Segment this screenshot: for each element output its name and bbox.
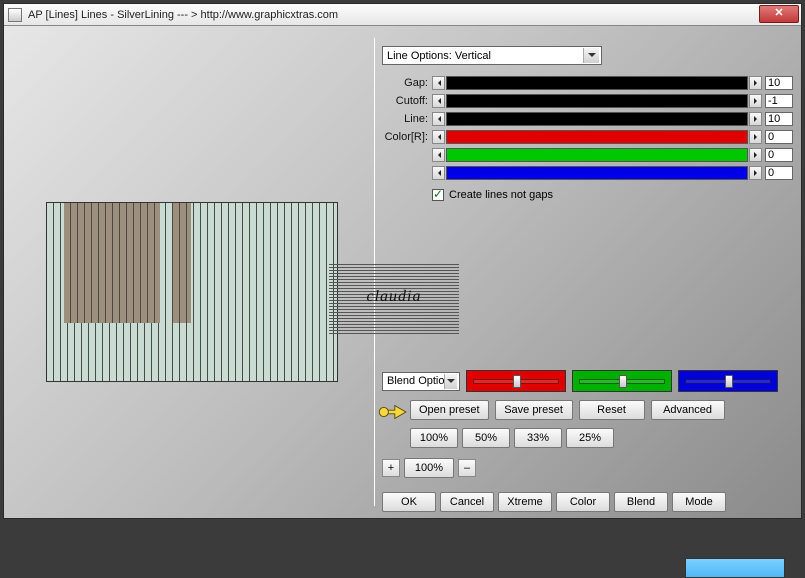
slider-decrement[interactable] (432, 94, 445, 108)
red-slider[interactable] (466, 370, 566, 392)
chevron-down-icon (444, 374, 457, 389)
slider-row: Color[R]: 0 (382, 129, 793, 145)
percent-row: 100%50%33%25% (410, 428, 793, 448)
mode-button[interactable]: Mode (672, 492, 726, 512)
slider-row: Line: 10 (382, 111, 793, 127)
percent-button[interactable]: 100% (410, 428, 458, 448)
line-options-value: Line Options: Vertical (387, 50, 491, 62)
slider-decrement[interactable] (432, 76, 445, 90)
zoom-in-button[interactable]: + (382, 459, 400, 477)
main-buttons-row: OKCancelXtremeColorBlendMode (382, 492, 793, 512)
preview-dark-block-2 (173, 203, 191, 323)
options-panel: Line Options: Vertical Gap: 10 Cutoff: -1 Li… (382, 46, 793, 201)
blend-button[interactable]: Blend (614, 492, 668, 512)
zoom-row: + 100% – (382, 458, 793, 478)
slider-value[interactable]: 0 (765, 130, 793, 144)
window-body: claudia Line Options: Vertical Gap: 10 Cut… (4, 26, 801, 518)
blend-row: Blend Options (382, 370, 793, 392)
plugin-window: AP [Lines] Lines - SilverLining --- > ht… (3, 3, 802, 519)
slider-increment[interactable] (749, 148, 762, 162)
percent-button[interactable]: 50% (462, 428, 510, 448)
slider-track[interactable] (446, 130, 748, 144)
slider-value[interactable]: -1 (765, 94, 793, 108)
window-title: AP [Lines] Lines - SilverLining --- > ht… (28, 9, 338, 21)
create-lines-checkbox-row: Create lines not gaps (432, 189, 793, 201)
slider-label: Gap: (382, 77, 432, 89)
slider-increment[interactable] (749, 130, 762, 144)
slider-decrement[interactable] (432, 148, 445, 162)
lower-panel: Blend Options Open preset Save preset Re… (382, 370, 793, 512)
blue-slider[interactable] (678, 370, 778, 392)
slider-value[interactable]: 0 (765, 148, 793, 162)
preview-canvas (46, 202, 338, 382)
color-button[interactable]: Color (556, 492, 610, 512)
watermark-lines (329, 264, 459, 334)
percent-button[interactable]: 33% (514, 428, 562, 448)
slider-value[interactable]: 10 (765, 76, 793, 90)
slider-value[interactable]: 10 (765, 112, 793, 126)
slider-row: 0 (382, 147, 793, 163)
preview-dark-block-1 (64, 203, 160, 323)
slider-label: Cutoff: (382, 95, 432, 107)
slider-label: Color[R]: (382, 131, 432, 143)
save-preset-button[interactable]: Save preset (495, 400, 573, 420)
slider-label: Line: (382, 113, 432, 125)
slider-decrement[interactable] (432, 166, 445, 180)
slider-track[interactable] (446, 166, 748, 180)
panel-divider (374, 38, 375, 506)
chevron-down-icon (583, 48, 599, 63)
close-icon: ✕ (774, 7, 783, 19)
slider-track[interactable] (446, 94, 748, 108)
percent-button[interactable]: 25% (566, 428, 614, 448)
reset-button[interactable]: Reset (579, 400, 645, 420)
slider-increment[interactable] (749, 94, 762, 108)
color-swatch[interactable] (685, 558, 785, 578)
open-preset-button[interactable]: Open preset (410, 400, 489, 420)
green-slider[interactable] (572, 370, 672, 392)
create-lines-label: Create lines not gaps (449, 189, 553, 201)
create-lines-checkbox[interactable] (432, 189, 444, 201)
watermark-text: claudia (329, 288, 459, 306)
slider-row: Cutoff: -1 (382, 93, 793, 109)
slider-track[interactable] (446, 148, 748, 162)
app-icon (8, 8, 22, 22)
zoom-value[interactable]: 100% (404, 458, 454, 478)
titlebar[interactable]: AP [Lines] Lines - SilverLining --- > ht… (4, 4, 801, 26)
zoom-out-button[interactable]: – (458, 459, 476, 477)
slider-decrement[interactable] (432, 112, 445, 126)
cancel-button[interactable]: Cancel (440, 492, 494, 512)
slider-track[interactable] (446, 112, 748, 126)
blend-options-value: Blend Options (387, 375, 444, 387)
ok-button[interactable]: OK (382, 492, 436, 512)
advanced-button[interactable]: Advanced (651, 400, 725, 420)
line-options-dropdown[interactable]: Line Options: Vertical (382, 46, 602, 65)
xtreme-button[interactable]: Xtreme (498, 492, 552, 512)
close-button[interactable]: ✕ (759, 5, 799, 23)
slider-row: 0 (382, 165, 793, 181)
slider-row: Gap: 10 (382, 75, 793, 91)
blend-options-dropdown[interactable]: Blend Options (382, 372, 460, 391)
slider-increment[interactable] (749, 166, 762, 180)
slider-track[interactable] (446, 76, 748, 90)
slider-value[interactable]: 0 (765, 166, 793, 180)
slider-increment[interactable] (749, 76, 762, 90)
slider-decrement[interactable] (432, 130, 445, 144)
watermark: claudia (329, 264, 459, 334)
slider-increment[interactable] (749, 112, 762, 126)
preset-buttons-row: Open preset Save preset Reset Advanced (410, 400, 793, 420)
